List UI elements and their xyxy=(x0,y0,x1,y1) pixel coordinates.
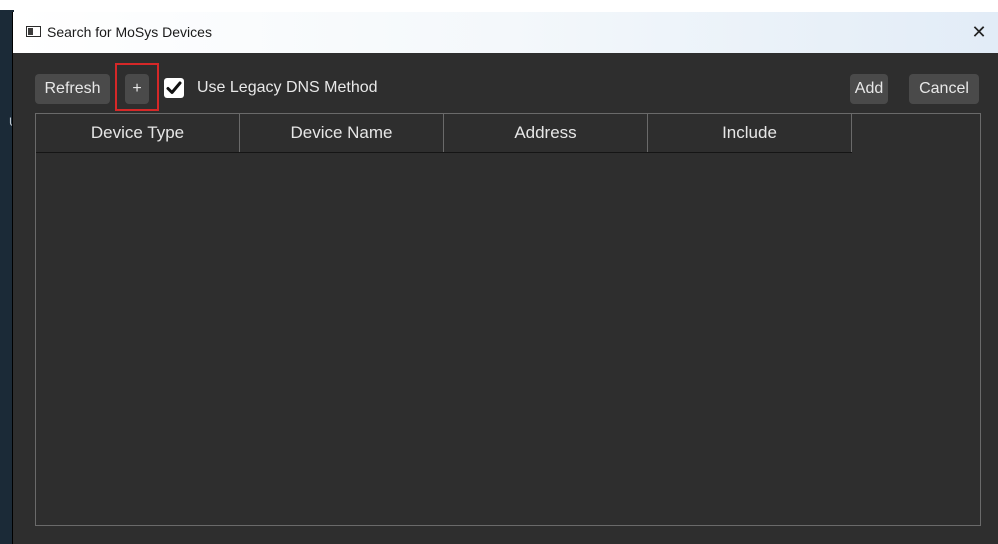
column-header-address[interactable]: Address xyxy=(444,114,648,152)
legacy-dns-label[interactable]: Use Legacy DNS Method xyxy=(197,78,378,98)
highlight-box xyxy=(115,63,159,111)
column-header-device-type[interactable]: Device Type xyxy=(36,114,240,152)
column-header-include[interactable]: Include xyxy=(648,114,852,152)
refresh-button[interactable]: Refresh xyxy=(35,74,110,104)
devices-table[interactable]: Device Type Device Name Address Include xyxy=(35,113,981,526)
legacy-dns-checkbox[interactable] xyxy=(164,78,184,98)
search-devices-dialog: Search for MoSys Devices ✕ Refresh + Use… xyxy=(12,12,998,544)
column-header-device-name[interactable]: Device Name xyxy=(240,114,444,152)
close-icon[interactable]: ✕ xyxy=(968,21,990,43)
title-bar: Search for MoSys Devices ✕ xyxy=(13,12,998,53)
checkmark-icon xyxy=(166,81,182,94)
table-header: Device Type Device Name Address Include xyxy=(36,114,852,153)
window-app-icon xyxy=(26,26,41,37)
add-button[interactable]: Add xyxy=(850,74,888,104)
window-title: Search for MoSys Devices xyxy=(47,24,212,40)
cancel-button[interactable]: Cancel xyxy=(909,74,979,104)
